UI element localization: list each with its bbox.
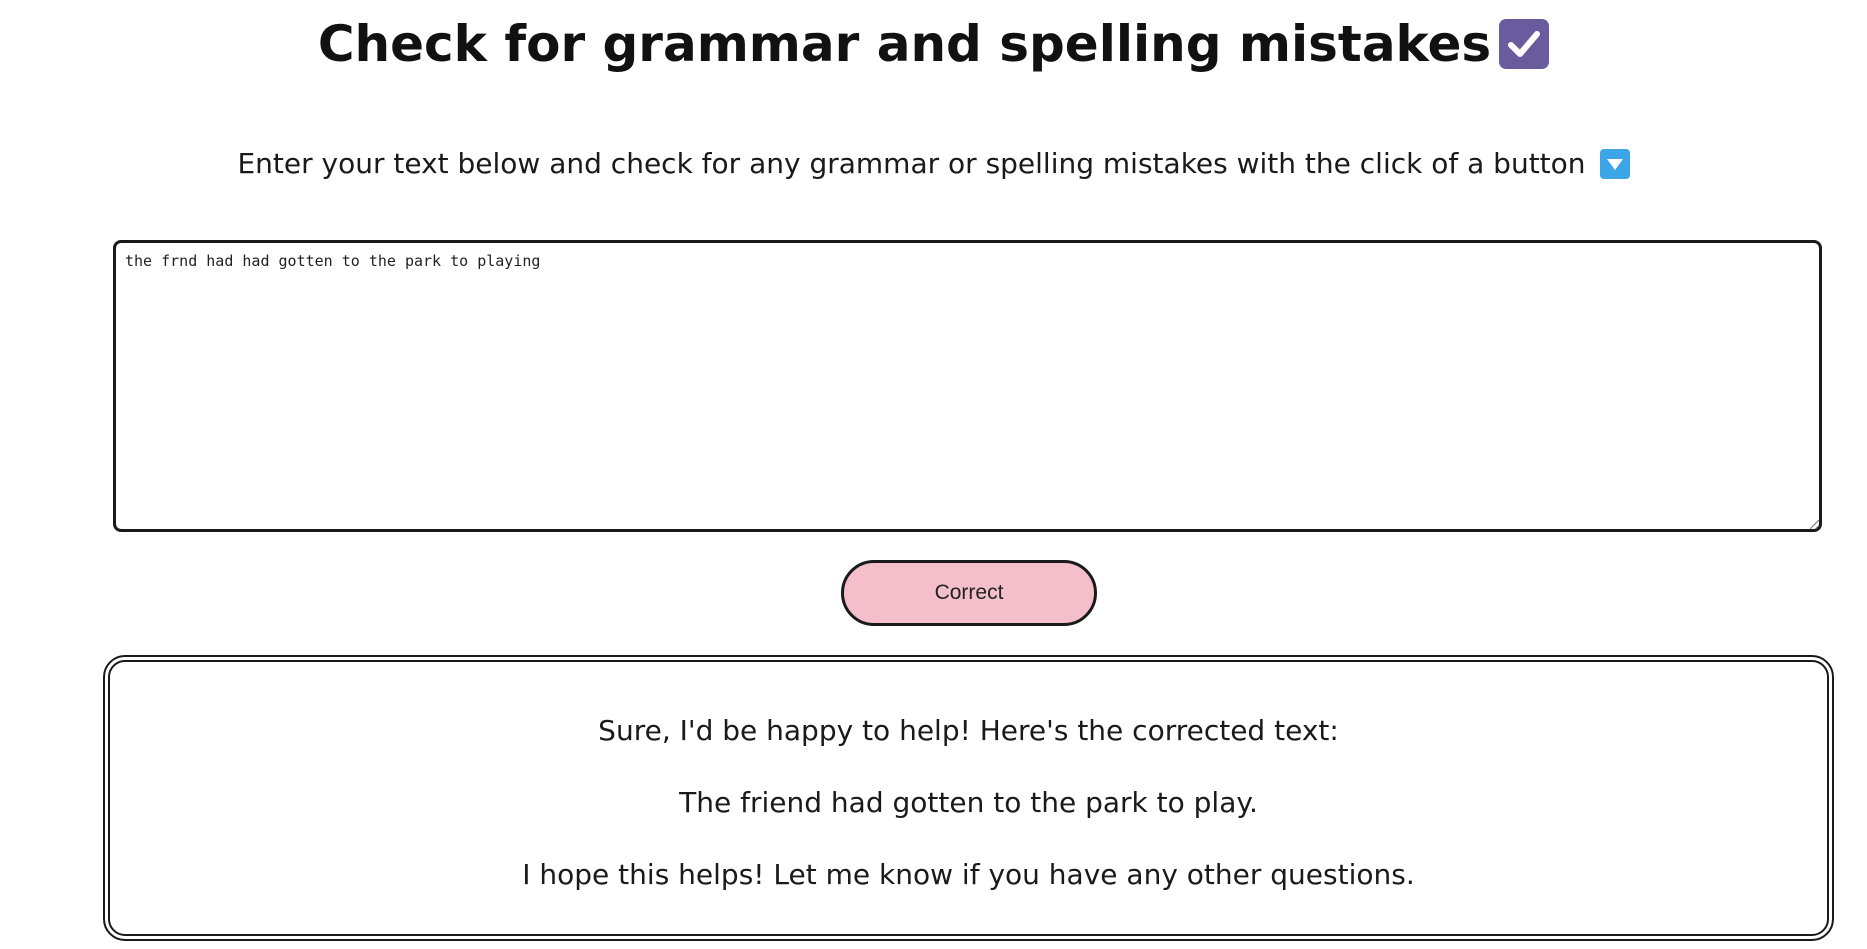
result-line-intro: Sure, I'd be happy to help! Here's the c…: [598, 714, 1339, 747]
down-arrow-button-icon: [1599, 149, 1630, 179]
result-line-closing: I hope this helps! Let me know if you ha…: [522, 858, 1415, 891]
check-mark-button-icon: [1499, 19, 1550, 69]
correct-button[interactable]: Correct: [841, 560, 1097, 626]
result-box: Sure, I'd be happy to help! Here's the c…: [103, 655, 1834, 941]
text-input[interactable]: the frnd had had gotten to the park to p…: [113, 240, 1822, 532]
title-row: Check for grammar and spelling mistakes: [0, 12, 1867, 76]
grammar-checker-page: Check for grammar and spelling mistakes …: [0, 0, 1867, 949]
intro-row: Enter your text below and check for any …: [0, 144, 1867, 184]
page-title: Check for grammar and spelling mistakes: [317, 15, 1492, 73]
result-line-corrected: The friend had gotten to the park to pla…: [679, 786, 1258, 819]
intro-text: Enter your text below and check for any …: [237, 147, 1586, 180]
resize-handle[interactable]: [1810, 520, 1819, 529]
